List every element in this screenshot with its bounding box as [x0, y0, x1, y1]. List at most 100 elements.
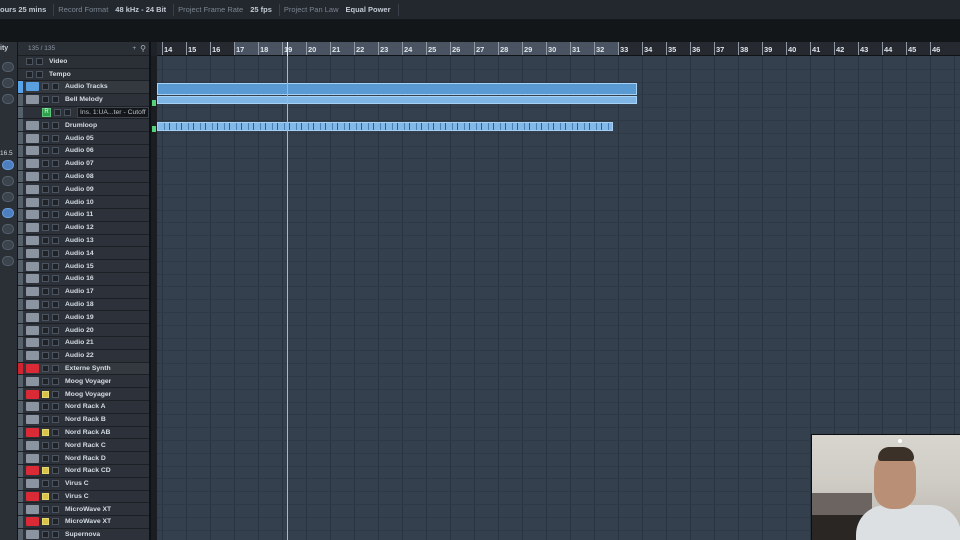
track-color-strip[interactable] [18, 452, 23, 464]
mute-button[interactable] [42, 339, 49, 347]
solo-button[interactable] [52, 224, 59, 232]
audio-track-icon[interactable] [26, 223, 39, 233]
timeline-ruler[interactable]: 14 15 16 17 18 19 20 21 22 23 24 25 26 27 28 29 30 31 32 33… [157, 42, 960, 56]
solo-button[interactable] [52, 364, 59, 372]
audio-track-icon[interactable] [26, 261, 39, 271]
status-item[interactable]: Project Frame Rate 25 fps [174, 3, 280, 16]
track-row[interactable]: Audio 20 [18, 324, 149, 337]
video-track[interactable]: Video [18, 56, 149, 69]
mute-button[interactable] [42, 275, 49, 283]
track-button[interactable] [36, 70, 43, 78]
mute-button[interactable] [42, 454, 49, 462]
settings-icon[interactable] [2, 78, 14, 88]
edit-icon[interactable] [2, 160, 14, 170]
solo-button[interactable] [52, 339, 59, 347]
project-cursor[interactable] [286, 56, 288, 540]
midi-track-icon[interactable] [26, 402, 39, 412]
track-color-strip[interactable] [18, 336, 23, 349]
folder-icon[interactable] [26, 363, 39, 373]
track-color-strip[interactable] [18, 144, 23, 157]
midi-part[interactable] [157, 96, 637, 104]
mute-button[interactable] [42, 531, 49, 539]
search-icon[interactable]: ⚲ [140, 44, 146, 53]
track-color-strip[interactable] [18, 272, 23, 285]
track-row[interactable]: Nord Rack CD [18, 464, 149, 478]
track-button[interactable] [26, 70, 33, 78]
status-item[interactable]: Project Pan Law Equal Power [280, 3, 399, 16]
mute-button[interactable] [42, 121, 49, 129]
tempo-track[interactable]: Tempo [18, 68, 149, 81]
solo-button[interactable] [52, 480, 59, 488]
track-row[interactable]: Bell Melody [18, 93, 149, 107]
quick-controls-icon[interactable] [2, 256, 14, 266]
solo-button[interactable] [52, 275, 59, 283]
audio-track-icon[interactable] [26, 133, 39, 143]
solo-button[interactable] [52, 198, 59, 206]
audio-track-icon[interactable] [26, 338, 39, 348]
track-row[interactable]: Audio 14 [18, 247, 149, 261]
track-row[interactable]: Nord Rack D [18, 452, 149, 465]
track-row[interactable]: Audio 13 [18, 234, 149, 248]
audio-track-icon[interactable] [26, 287, 39, 297]
mute-button[interactable] [42, 326, 49, 334]
lock-icon[interactable] [2, 224, 14, 234]
track-row[interactable]: Drumloop [18, 119, 149, 133]
mute-button[interactable] [42, 364, 49, 372]
track-row[interactable]: Nord Rack B [18, 413, 149, 427]
track-color-strip[interactable] [18, 375, 23, 388]
solo-button[interactable] [52, 531, 59, 539]
track-color-strip[interactable] [18, 426, 23, 439]
track-row[interactable]: Audio 09 [18, 183, 149, 197]
solo-button[interactable] [52, 403, 59, 411]
track-row[interactable]: Virus C [18, 490, 149, 504]
mute-button[interactable] [42, 416, 49, 424]
solo-button[interactable] [64, 108, 71, 116]
solo-button[interactable] [52, 428, 59, 436]
audio-track-icon[interactable] [26, 171, 39, 181]
solo-button[interactable] [52, 454, 59, 462]
solo-button[interactable] [52, 147, 59, 155]
track-color-strip[interactable] [18, 477, 23, 490]
mute-button[interactable] [42, 172, 49, 180]
channel-icon[interactable] [2, 94, 14, 104]
solo-button[interactable] [52, 326, 59, 334]
mute-button[interactable] [42, 236, 49, 244]
mute-button[interactable] [42, 403, 49, 411]
track-color-strip[interactable] [18, 119, 23, 132]
track-row[interactable]: Nord Rack C [18, 439, 149, 453]
track-color-strip[interactable] [18, 157, 23, 170]
track-row[interactable]: Audio 21 [18, 336, 149, 350]
track-color-strip[interactable] [18, 298, 23, 311]
solo-button[interactable] [52, 185, 59, 193]
track-row[interactable]: Nord Rack AB [18, 426, 149, 440]
solo-button[interactable] [52, 390, 59, 398]
track-row[interactable]: MicroWave XT [18, 516, 149, 529]
track-color-strip[interactable] [18, 464, 23, 477]
playhead[interactable] [286, 42, 288, 56]
solo-button[interactable] [52, 96, 59, 104]
solo-button[interactable] [52, 377, 59, 385]
mute-button[interactable] [42, 288, 49, 296]
visibility-icon[interactable] [2, 62, 14, 72]
audio-track-icon[interactable] [26, 325, 39, 335]
track-row[interactable]: Moog Voyager [18, 375, 149, 389]
audio-track-icon[interactable] [26, 299, 39, 309]
audio-track-icon[interactable] [26, 274, 39, 284]
track-color-strip[interactable] [18, 388, 23, 400]
solo-button[interactable] [52, 518, 59, 526]
midi-track-icon[interactable] [26, 415, 39, 425]
add-track-button[interactable]: + [132, 45, 136, 52]
mute-button[interactable] [42, 352, 49, 360]
solo-button[interactable] [52, 505, 59, 513]
audio-track-icon[interactable] [26, 95, 39, 105]
track-color-strip[interactable] [18, 490, 23, 503]
status-item[interactable]: ours 25 mins [0, 3, 55, 16]
solo-button[interactable] [52, 83, 59, 91]
audio-track-icon[interactable] [26, 184, 39, 194]
insert-icon[interactable] [2, 176, 14, 186]
midi-track-icon[interactable] [26, 376, 39, 386]
solo-button[interactable] [52, 262, 59, 270]
solo-button[interactable] [52, 211, 59, 219]
solo-button[interactable] [52, 172, 59, 180]
mute-button[interactable] [42, 441, 49, 449]
